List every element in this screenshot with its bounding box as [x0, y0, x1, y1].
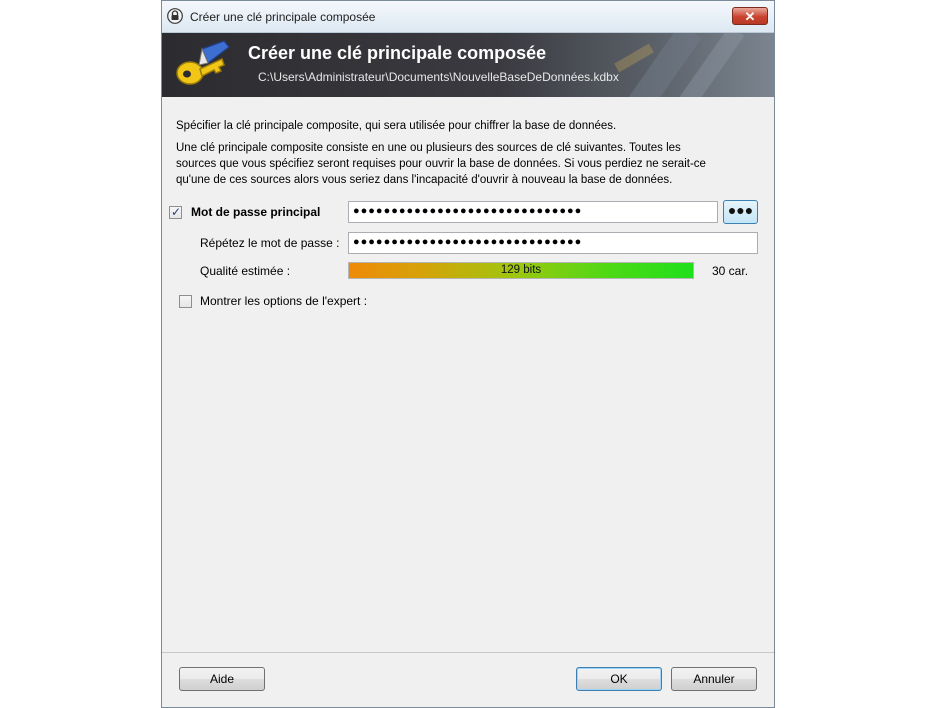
banner-background-graphic [614, 33, 745, 97]
master-password-checkbox[interactable]: ✓ [169, 205, 182, 219]
intro-paragraph-line-1: Une clé principale composite consiste en… [176, 142, 681, 154]
lock-icon [167, 8, 183, 24]
help-button[interactable]: Aide [179, 667, 265, 691]
intro-paragraph-line-2: sources que vous spécifiez seront requis… [176, 158, 706, 170]
master-password-input[interactable]: ●●●●●●●●●●●●●●●●●●●●●●●●●●●●●● [348, 201, 718, 223]
header-banner: Créer une clé principale composée C:\Use… [162, 33, 774, 97]
repeat-password-label: Répétez le mot de passe : [200, 236, 340, 250]
close-icon: ✕ [744, 9, 756, 24]
intro-paragraph-line-3: qu'une de ces sources alors vous seriez … [176, 174, 673, 186]
intro-line: Spécifier la clé principale composite, q… [176, 120, 617, 132]
cancel-button[interactable]: Annuler [671, 667, 757, 691]
window-title: Créer une clé principale composée [190, 10, 376, 24]
dialog-content: Spécifier la clé principale composite, q… [162, 98, 774, 652]
expert-options-checkbox[interactable] [179, 295, 192, 308]
ok-button[interactable]: OK [576, 667, 662, 691]
show-password-button[interactable]: ●●● [723, 200, 758, 224]
master-password-label: Mot de passe principal [191, 205, 321, 219]
footer-separator [162, 652, 774, 653]
quality-progress-bar: 129 bits [348, 262, 694, 279]
expert-options-label[interactable]: Montrer les options de l'expert : [200, 294, 367, 308]
dots-icon: ●●● [727, 202, 754, 218]
password-length: 30 car. [712, 264, 749, 278]
keys-icon [176, 40, 230, 85]
database-path: C:\Users\Administrateur\Documents\Nouvel… [258, 70, 619, 84]
quality-label: Qualité estimée : [200, 264, 291, 278]
banner-title: Créer une clé principale composée [248, 43, 547, 63]
dialog-window: Créer une clé principale composée ✕ Crée… [161, 0, 775, 708]
title-bar[interactable]: Créer une clé principale composée ✕ [162, 1, 774, 33]
repeat-password-input[interactable]: ●●●●●●●●●●●●●●●●●●●●●●●●●●●●●● [348, 232, 758, 254]
close-button[interactable]: ✕ [732, 7, 768, 25]
checkmark-icon: ✓ [171, 205, 182, 219]
